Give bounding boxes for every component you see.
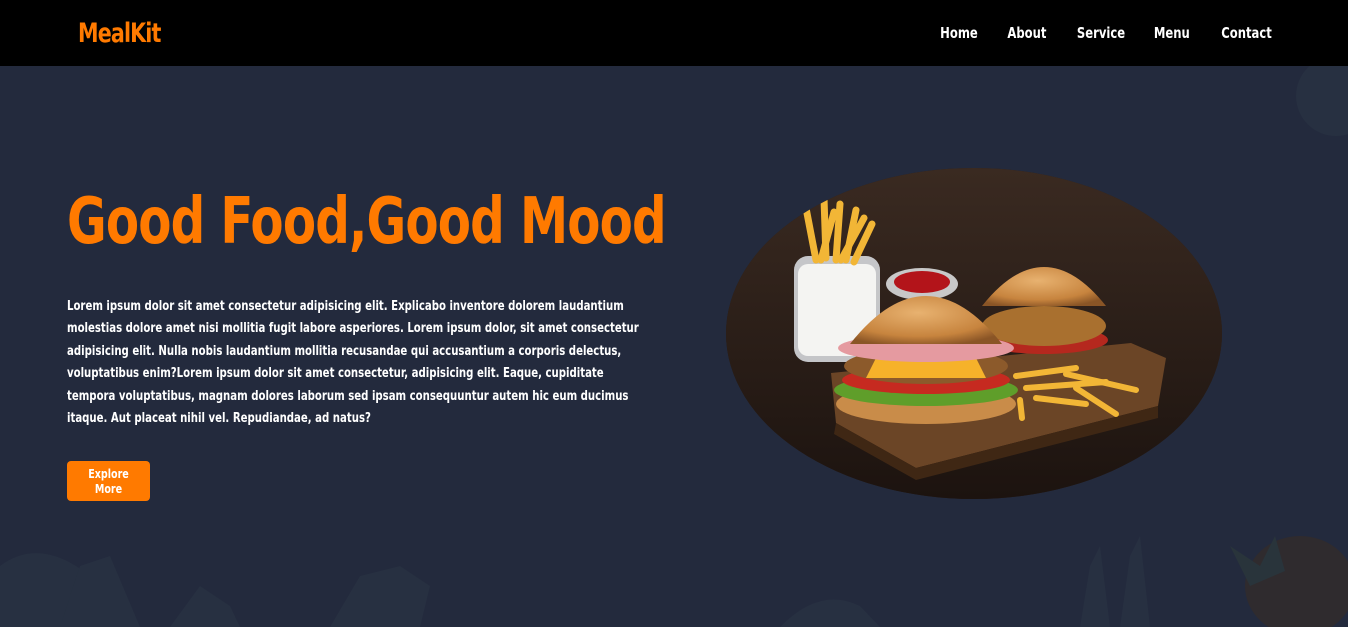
explore-more-label: Explore More: [88, 466, 129, 496]
navbar: MealKit Home About Service Menu Contact: [0, 0, 1348, 66]
nav-link-service[interactable]: Service: [1077, 24, 1125, 42]
hero-text: Good Food,Good Mood Lorem ipsum dolor si…: [67, 184, 667, 430]
hero-title: Good Food,Good Mood: [67, 185, 667, 259]
nav-link-about[interactable]: About: [1007, 24, 1046, 42]
hero-description: Lorem ipsum dolor sit amet consectetur a…: [67, 299, 639, 427]
explore-more-button[interactable]: Explore More: [67, 461, 150, 501]
hero-burger-image: [726, 168, 1222, 499]
logo[interactable]: MealKit: [78, 18, 161, 49]
hero-section: Good Food,Good Mood Lorem ipsum dolor si…: [0, 66, 1348, 627]
nav-link-home[interactable]: Home: [940, 24, 978, 42]
nav-link-contact[interactable]: Contact: [1221, 24, 1272, 42]
nav-links: Home About Service Menu Contact: [911, 24, 1272, 43]
burger-fries-illustration-icon: [726, 168, 1222, 499]
nav-link-menu[interactable]: Menu: [1154, 24, 1190, 42]
